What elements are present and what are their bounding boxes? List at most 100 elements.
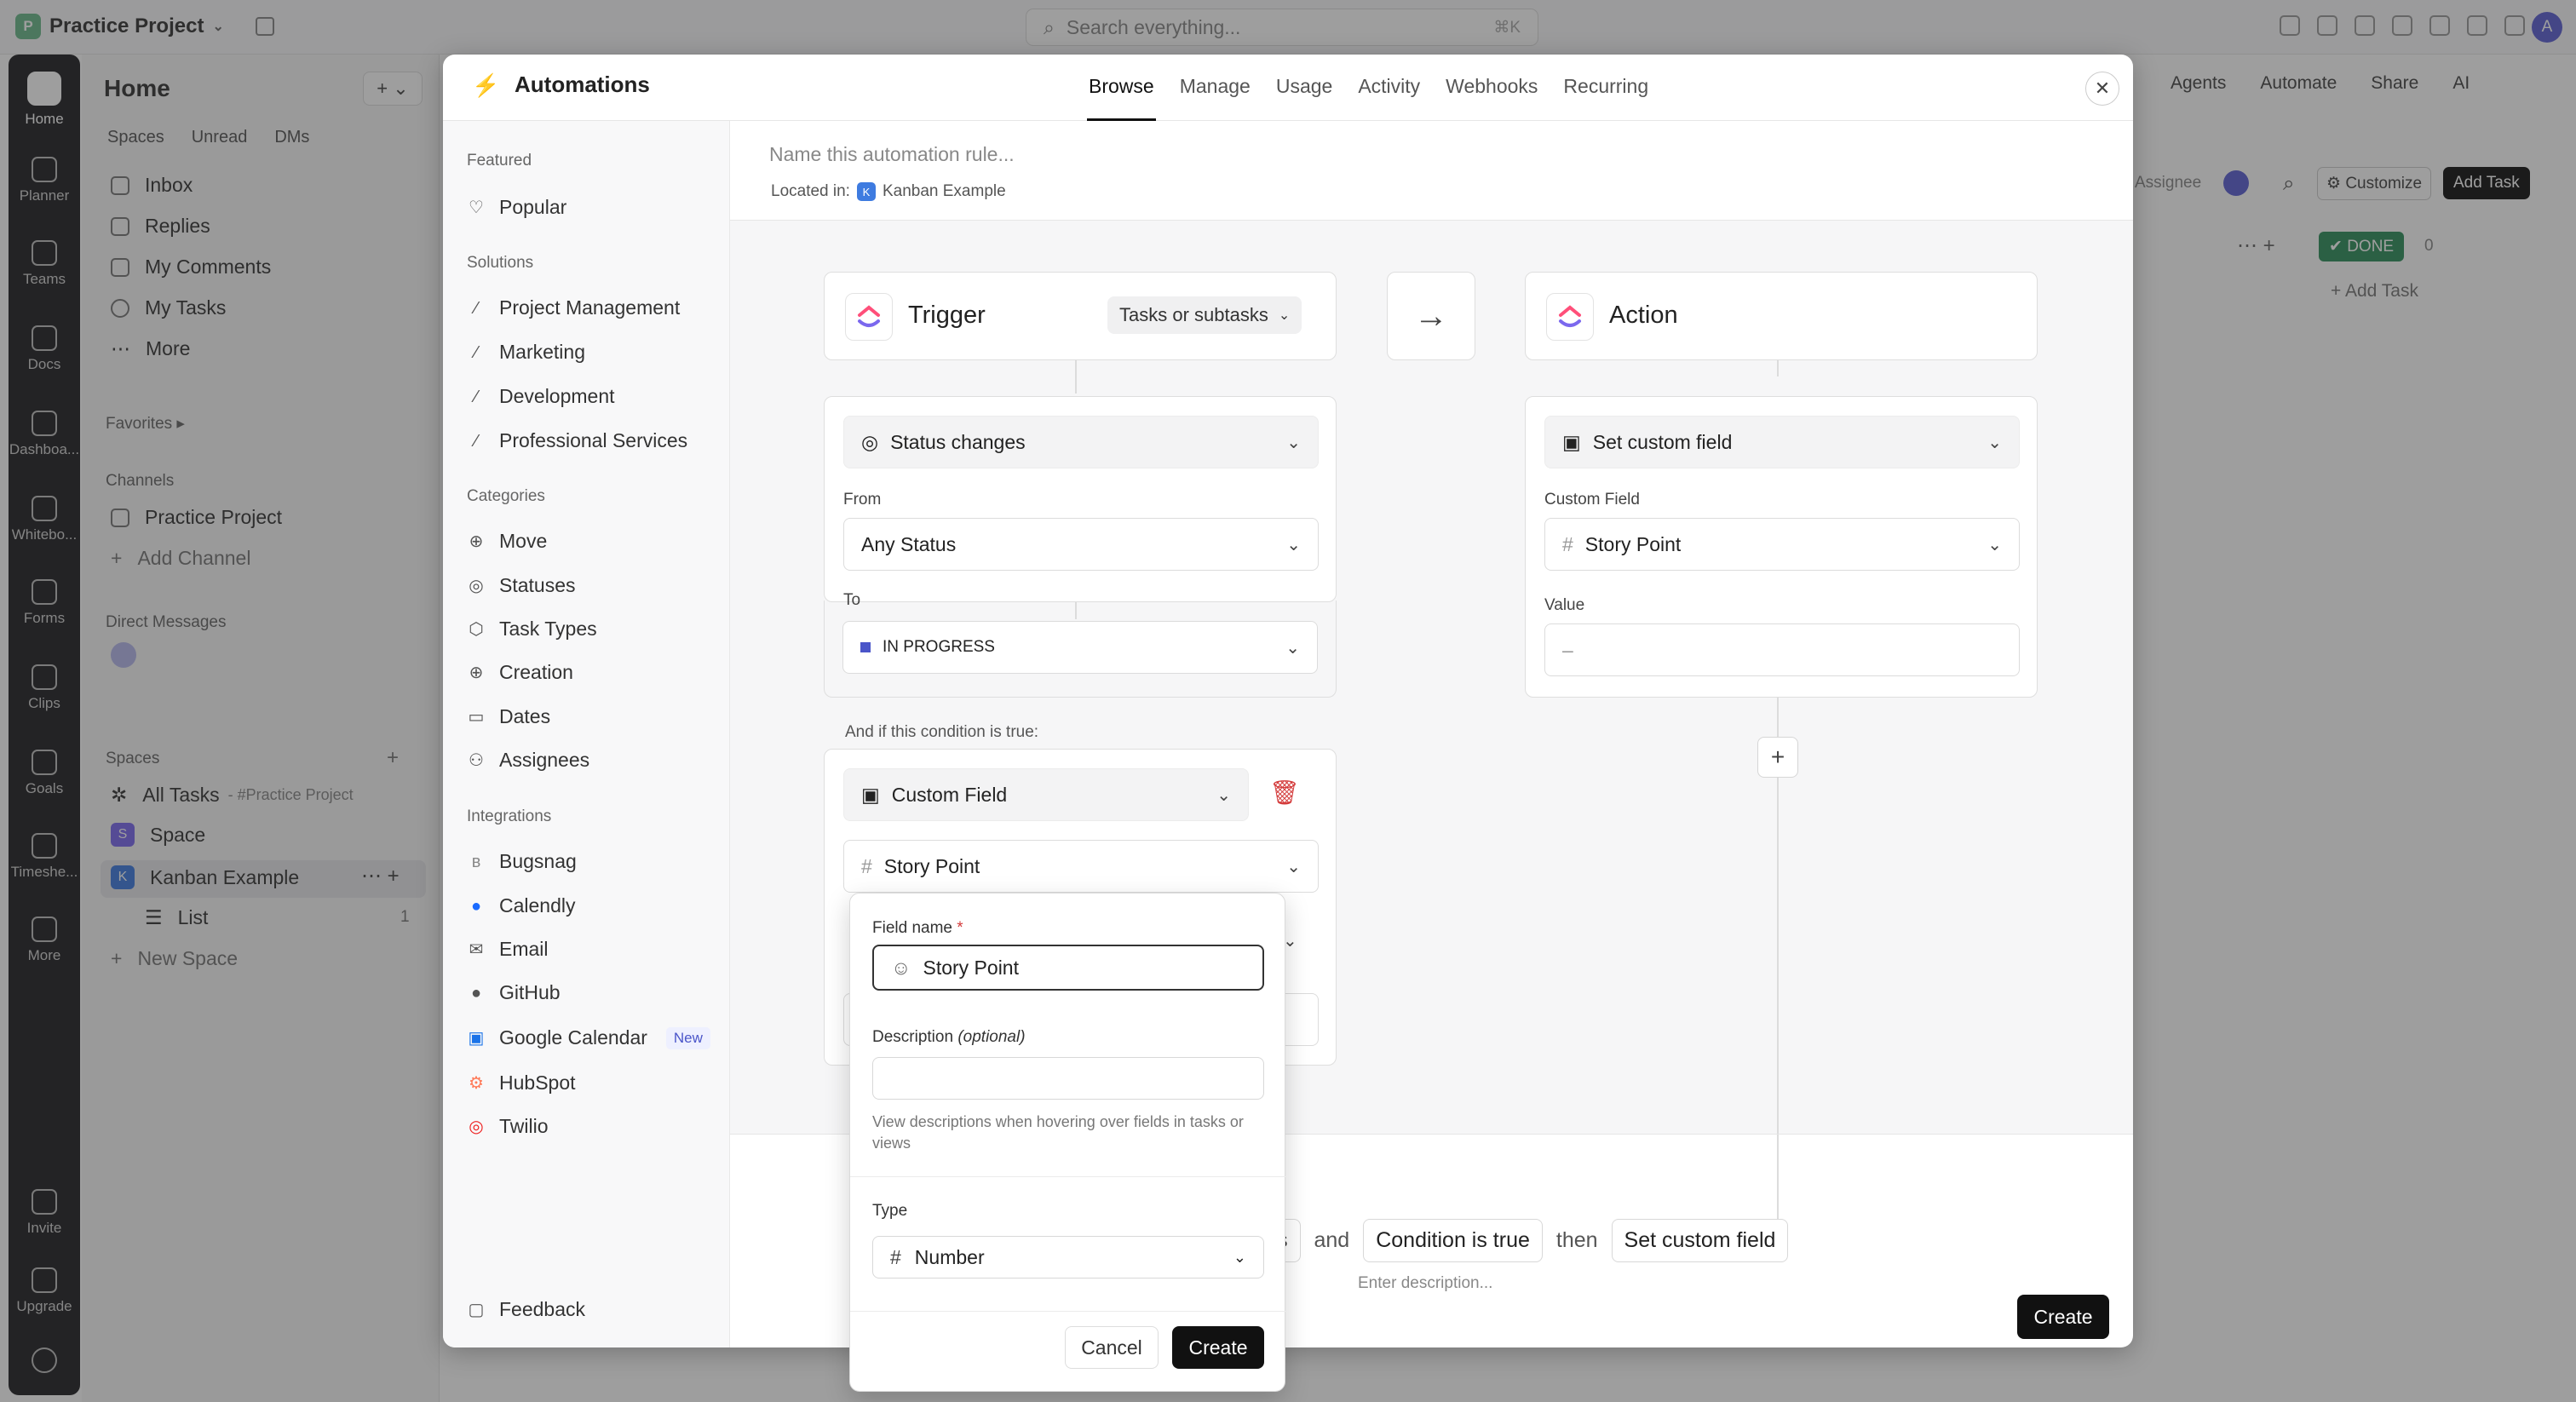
summary-then: then (1555, 1228, 1598, 1252)
trigger-scope-dropdown[interactable]: Tasks or subtasks ⌄ (1107, 296, 1302, 334)
location-badge: K (856, 182, 876, 201)
tab-manage[interactable]: Manage (1178, 55, 1252, 121)
field-name-label: Field name * (872, 919, 963, 938)
tab-recurring[interactable]: Recurring (1561, 55, 1650, 121)
tab-activity[interactable]: Activity (1356, 55, 1422, 121)
nav-move[interactable]: ⊕ Move (467, 530, 548, 553)
chevron-down-icon: ⌄ (1286, 857, 1301, 876)
nav-label: Dates (499, 705, 551, 727)
cancel-button[interactable]: Cancel (1065, 1326, 1159, 1369)
modal-tabs: Browse Manage Usage Activity Webhooks Re… (1087, 55, 1650, 121)
nav-dates[interactable]: ▭ Dates (467, 705, 551, 728)
field-name-input[interactable]: ☺ Story Point (872, 945, 1264, 991)
description-field[interactable] (872, 1057, 1264, 1100)
nav-statuses[interactable]: ◎ Statuses (467, 574, 575, 597)
lightning-icon: ⚡ (472, 72, 500, 98)
chevron-down-icon: ⌄ (1286, 433, 1301, 452)
status-icon: ◎ (469, 576, 484, 595)
field-name-label-text: Field name (872, 919, 952, 937)
add-action-button[interactable]: + (1757, 737, 1798, 778)
action-value-input[interactable]: – (1544, 623, 2020, 676)
chevron-down-icon: ⌄ (1278, 308, 1291, 323)
nav-popular[interactable]: ♡ Popular (467, 196, 566, 219)
integrations-header: Integrations (467, 807, 552, 825)
chevron-down-icon: ⌄ (1987, 433, 2002, 452)
nav-assignees[interactable]: ⚇ Assignees (467, 749, 589, 772)
to-status-dropdown[interactable]: IN PROGRESS ⌄ (842, 621, 1318, 674)
action-type-dropdown[interactable]: ▣ Set custom field ⌄ (1544, 416, 2020, 468)
from-label: From (843, 491, 882, 509)
status-icon: ◎ (861, 430, 879, 453)
action-connector-bottom (1777, 621, 1779, 1226)
summary-action-chip[interactable]: Set custom field (1611, 1219, 1789, 1262)
condition-type-dropdown[interactable]: ▣ Custom Field ⌄ (843, 768, 1249, 821)
nav-creation[interactable]: ⊕ Creation (467, 661, 573, 684)
trash-icon[interactable]: 🗑 (1269, 779, 1300, 807)
wand-icon: ⁄ (474, 431, 478, 451)
action-title: Action (1609, 302, 1678, 329)
tab-usage[interactable]: Usage (1274, 55, 1334, 121)
summary-condition-chip[interactable]: Condition is true (1363, 1219, 1543, 1262)
located-value: Kanban Example (882, 182, 1006, 200)
nav-bugsnag[interactable]: ʙ Bugsnag (467, 850, 577, 873)
tab-webhooks[interactable]: Webhooks (1444, 55, 1539, 121)
hubspot-icon: ⚙ (469, 1073, 484, 1093)
rule-name-input[interactable]: Name this automation rule... (769, 143, 1015, 166)
to-status-value: IN PROGRESS (883, 638, 995, 656)
create-field-popover: Field name * ☺ Story Point Description (… (849, 893, 1286, 1392)
new-badge: New (665, 1026, 710, 1049)
nav-label: Marketing (499, 341, 585, 363)
trigger-scope-label: Tasks or subtasks (1119, 304, 1268, 325)
nav-twilio[interactable]: ◎ Twilio (467, 1115, 548, 1138)
close-icon[interactable]: ✕ (2085, 72, 2119, 106)
description-label: Description (optional) (872, 1028, 1026, 1047)
from-status-value: Any Status (861, 532, 957, 555)
nav-email[interactable]: ✉ Email (467, 938, 549, 961)
nav-label: Bugsnag (499, 850, 577, 872)
location-picker[interactable]: Located in: K Kanban Example (771, 182, 1006, 201)
nav-feedback[interactable]: ▢ Feedback (467, 1298, 585, 1321)
arrow-connector: → (1387, 272, 1475, 360)
description-input[interactable]: Enter description... (1358, 1274, 1492, 1293)
trigger-title: Trigger (908, 302, 986, 329)
from-status-dropdown[interactable]: Any Status ⌄ (843, 518, 1319, 571)
nav-github[interactable]: ● GitHub (467, 981, 561, 1004)
wand-icon: ⁄ (474, 298, 478, 318)
calendly-icon: ● (470, 896, 482, 916)
automation-nav: Featured ♡ Popular Solutions ⁄ Project Man… (443, 121, 730, 1347)
nav-development[interactable]: ⁄ Development (467, 385, 614, 408)
create-automation-button[interactable]: Create (2017, 1295, 2109, 1339)
custom-field-icon: ▣ (861, 783, 880, 806)
github-icon: ● (470, 983, 482, 1003)
type-dropdown[interactable]: # Number ⌄ (872, 1236, 1264, 1278)
status-color-icon (860, 642, 871, 652)
cube-icon: ⬡ (469, 619, 484, 639)
action-field-dropdown[interactable]: # Story Point ⌄ (1544, 518, 2020, 571)
tab-browse[interactable]: Browse (1087, 55, 1156, 121)
nav-label: Professional Services (499, 429, 688, 451)
nav-calendly[interactable]: ● Calendly (467, 894, 576, 917)
trigger-event-dropdown[interactable]: ◎ Status changes ⌄ (843, 416, 1319, 468)
summary-and: and (1314, 1228, 1350, 1252)
field-name-value: Story Point (923, 956, 1019, 979)
nav-professional-services[interactable]: ⁄ Professional Services (467, 429, 687, 452)
nav-label: Email (499, 938, 549, 960)
type-value: Number (914, 1245, 985, 1268)
nav-label: Project Management (499, 296, 681, 319)
feedback-icon: ▢ (468, 1300, 485, 1319)
nav-label: Creation (499, 661, 573, 683)
hash-icon: # (890, 1245, 901, 1268)
nav-marketing[interactable]: ⁄ Marketing (467, 341, 585, 364)
nav-project-management[interactable]: ⁄ Project Management (467, 296, 680, 319)
custom-field-icon: ▣ (1562, 430, 1581, 453)
action-field-value: Story Point (1584, 532, 1682, 555)
create-field-button[interactable]: Create (1172, 1326, 1264, 1369)
plus-circle-icon: ⊕ (469, 663, 484, 682)
action-config: ▣ Set custom field ⌄ Custom Field # Stor… (1525, 396, 2038, 698)
condition-field-value: Story Point (883, 854, 980, 877)
nav-hubspot[interactable]: ⚙ HubSpot (467, 1072, 575, 1095)
nav-task-types[interactable]: ⬡ Task Types (467, 618, 596, 641)
nav-label: GitHub (499, 981, 561, 1003)
nav-google-calendar[interactable]: ▣ Google Calendar New (467, 1026, 710, 1049)
condition-field-dropdown[interactable]: # Story Point ⌄ (843, 840, 1319, 893)
